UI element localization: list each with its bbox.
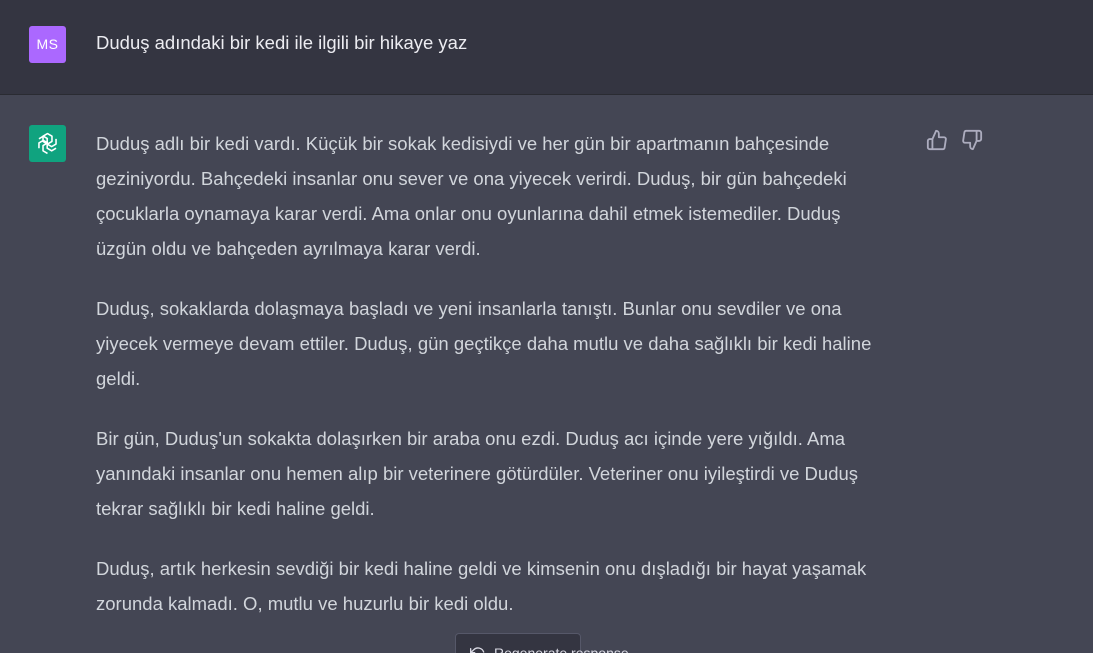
chat-page: MS Duduş adındaki bir kedi ile ilgili bi… <box>0 0 1093 653</box>
regenerate-response-button[interactable]: Regenerate response <box>455 633 629 653</box>
user-prompt-text: Duduş adındaki bir kedi ile ilgili bir h… <box>96 32 468 53</box>
message-paragraph: Duduş, artık herkesin sevdiği bir kedi h… <box>96 558 867 614</box>
thumbs-up-icon[interactable] <box>926 129 948 151</box>
user-message-row: MS Duduş adındaki bir kedi ile ilgili bi… <box>0 0 1093 95</box>
openai-logo-icon <box>29 125 66 162</box>
message-paragraph: Duduş, sokaklarda dolaşmaya başladı ve y… <box>96 298 872 389</box>
regenerate-label: Regenerate response <box>494 645 629 653</box>
message-paragraph: Bir gün, Duduş'un sokakta dolaşırken bir… <box>96 428 859 519</box>
feedback-buttons <box>926 129 986 153</box>
refresh-icon <box>470 646 486 653</box>
message-paragraph: Duduş adlı bir kedi vardı. Küçük bir sok… <box>96 133 847 259</box>
assistant-message-row: Duduş adlı bir kedi vardı. Küçük bir sok… <box>0 95 1093 653</box>
user-avatar: MS <box>29 26 66 63</box>
assistant-message: Duduş adlı bir kedi vardı. Küçük bir sok… <box>96 126 896 646</box>
thumbs-down-icon[interactable] <box>961 129 983 151</box>
